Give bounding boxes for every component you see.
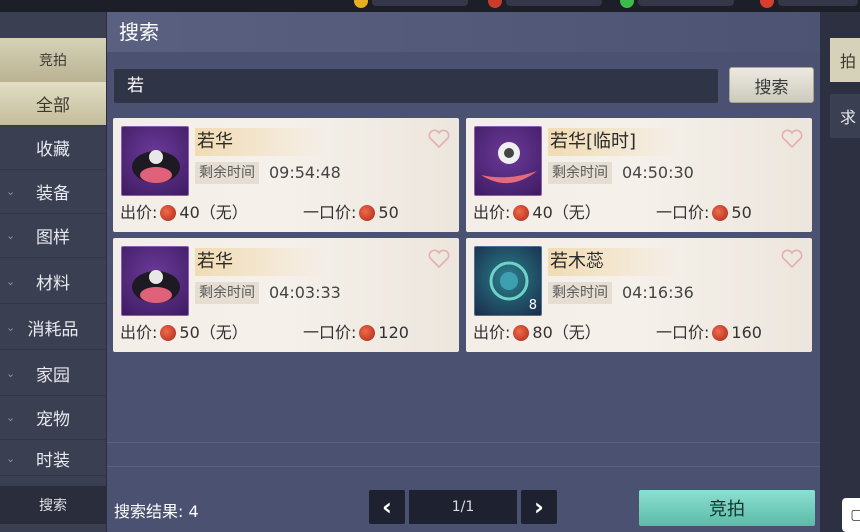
heart-icon[interactable] — [427, 248, 451, 270]
chevron-left-icon: ‹ — [382, 493, 392, 521]
sidebar-item-all[interactable]: 全部 — [0, 82, 106, 126]
item-name: 若华 — [195, 248, 325, 276]
prev-page-button[interactable]: ‹ — [369, 490, 405, 524]
chevron-down-icon: ⌄ — [6, 321, 16, 334]
dark-hat-icon — [121, 246, 189, 316]
heart-icon[interactable] — [780, 248, 804, 270]
dark-hat-icon — [121, 126, 189, 196]
swirl-orb-icon: 8 — [474, 246, 542, 316]
time-label: 剩余时间 — [195, 282, 259, 304]
item-card[interactable]: 8 若木蕊 剩余时间 04:16:36 出价: 80（无） 一口价: 160 — [466, 238, 812, 352]
sidebar-item-consumables[interactable]: ⌄ 消耗品 — [0, 306, 106, 350]
divider — [107, 442, 820, 443]
item-card[interactable]: 若华 剩余时间 04:03:33 出价: 50（无） 一口价: 120 — [113, 238, 459, 352]
panel-footer: 搜索结果: 4 ‹ 1/1 › 竞拍 — [107, 482, 820, 532]
coin-icon — [513, 205, 530, 221]
sidebar-item-favorites[interactable]: 收藏 — [0, 126, 106, 170]
search-panel: 搜索 若 搜索 若华 剩余时间 09:54:48 出价: 40（无） 一口价: 50 — [107, 12, 820, 532]
chevron-down-icon: ⌄ — [6, 452, 16, 465]
time-remaining: 04:03:33 — [269, 283, 341, 302]
buyout-price: 一口价: 120 — [303, 323, 409, 342]
time-label: 剩余时间 — [548, 282, 612, 304]
item-name: 若华[临时] — [548, 128, 678, 156]
sidebar-header[interactable]: 竞拍 — [0, 38, 106, 82]
coin-icon — [359, 325, 376, 341]
coin-icon — [712, 325, 729, 341]
next-page-button[interactable]: › — [521, 490, 557, 524]
time-remaining: 09:54:48 — [269, 163, 341, 182]
right-tab-auction[interactable]: 拍 — [830, 38, 860, 82]
chevron-down-icon: ⌄ — [6, 411, 16, 424]
sidebar-item-materials[interactable]: ⌄ 材料 — [0, 260, 106, 304]
sidebar-item-pets[interactable]: ⌄ 宠物 — [0, 396, 106, 440]
panel-title: 搜索 — [107, 12, 820, 52]
chevron-down-icon: ⌄ — [6, 185, 16, 198]
time-label: 剩余时间 — [548, 162, 612, 184]
item-quantity: 8 — [528, 298, 537, 313]
item-name: 若华 — [195, 128, 325, 156]
sidebar-item-fashion[interactable]: ⌄ 时装 — [0, 442, 106, 476]
coin-icon — [160, 205, 177, 221]
coin-icon — [513, 325, 530, 341]
chevron-right-icon: › — [534, 493, 544, 521]
bid-price: 出价: 40（无） — [120, 203, 248, 222]
results-grid: 若华 剩余时间 09:54:48 出价: 40（无） 一口价: 50 若华[临时] … — [107, 110, 820, 480]
buyout-price: 一口价: 50 — [656, 203, 752, 222]
time-remaining: 04:50:30 — [622, 163, 694, 182]
sidebar-item-equipment[interactable]: ⌄ 装备 — [0, 170, 106, 214]
search-result-count: 搜索结果: 4 — [114, 502, 199, 521]
search-input[interactable]: 若 — [114, 69, 718, 103]
buyout-price: 一口价: 160 — [656, 323, 762, 342]
coin-icon — [712, 205, 729, 221]
time-label: 剩余时间 — [195, 162, 259, 184]
green-gem-icon — [620, 0, 634, 8]
sidebar-item-home[interactable]: ⌄ 家园 — [0, 352, 106, 396]
heart-icon[interactable] — [780, 128, 804, 150]
red-gem-icon — [760, 0, 774, 8]
auction-button[interactable]: 竞拍 — [639, 490, 815, 526]
feather-hat-icon — [474, 126, 542, 196]
item-name: 若木蕊 — [548, 248, 678, 276]
time-remaining: 04:16:36 — [622, 283, 694, 302]
bid-price: 出价: 50（无） — [120, 323, 248, 342]
coin-icon — [160, 325, 177, 341]
right-tab-strip: 拍 求 ▢ — [820, 12, 860, 532]
chevron-down-icon: ⌄ — [6, 275, 16, 288]
chevron-down-icon: ⌄ — [6, 367, 16, 380]
chevron-down-icon: ⌄ — [6, 229, 16, 242]
divider — [107, 466, 820, 467]
bid-price: 出价: 40（无） — [473, 203, 601, 222]
red-coin-icon — [488, 0, 502, 8]
item-card[interactable]: 若华 剩余时间 09:54:48 出价: 40（无） 一口价: 50 — [113, 118, 459, 232]
resource-bar — [0, 0, 860, 12]
search-button[interactable]: 搜索 — [729, 67, 814, 103]
gold-coin-icon — [354, 0, 368, 8]
sidebar-search-tab[interactable]: 搜索 — [0, 486, 106, 524]
corner-button[interactable]: ▢ — [842, 498, 860, 532]
page-indicator: 1/1 — [409, 490, 517, 524]
buyout-price: 一口价: 50 — [303, 203, 399, 222]
item-card[interactable]: 若华[临时] 剩余时间 04:50:30 出价: 40（无） 一口价: 50 — [466, 118, 812, 232]
heart-icon[interactable] — [427, 128, 451, 150]
coin-icon — [359, 205, 376, 221]
right-tab-request[interactable]: 求 — [830, 94, 860, 138]
category-sidebar: 竞拍 全部 收藏 ⌄ 装备 ⌄ 图样 ⌄ 材料 ⌄ 消耗品 ⌄ 家园 ⌄ 宠物 … — [0, 12, 106, 532]
sidebar-item-patterns[interactable]: ⌄ 图样 — [0, 214, 106, 258]
bid-price: 出价: 80（无） — [473, 323, 601, 342]
